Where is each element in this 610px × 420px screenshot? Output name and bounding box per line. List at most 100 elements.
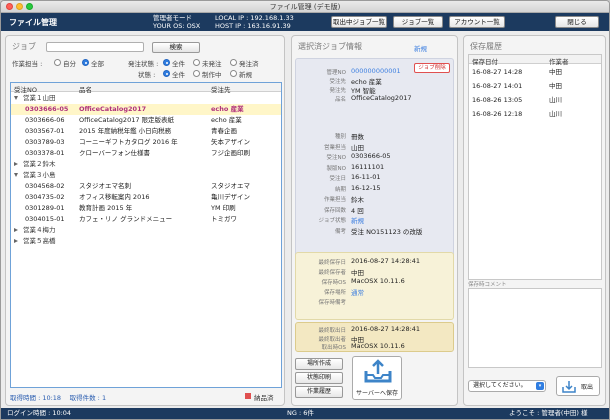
table-row[interactable]: 0303567-01 2015 年度納税年鑑 小日向税務 青春企画: [11, 126, 281, 137]
save-to-server-button[interactable]: サーバーへ保存: [352, 356, 402, 400]
collapsed-triangle-icon[interactable]: [14, 228, 18, 232]
status-new-label: 新規: [239, 71, 252, 79]
table-row[interactable]: 0304015-01 カフェ・リノ グランドメニュー トミガワ: [11, 214, 281, 225]
cell-name: OfficeCatalog2017 限定版表紙: [79, 116, 175, 124]
field-key: ジョブ状態: [318, 218, 346, 224]
history-table[interactable]: 保存日付 作業者 16-08-27 14:28 中田 16-08-27 14:01 中…: [468, 54, 602, 280]
accounts-list-button[interactable]: アカウント一覧: [449, 16, 505, 28]
expanded-triangle-icon[interactable]: [14, 96, 18, 100]
field-value: 000000000001: [351, 67, 401, 75]
col-header-user[interactable]: 作業者: [549, 56, 569, 66]
group-row[interactable]: 営業２鈴木: [11, 159, 281, 170]
table-row[interactable]: 0304735-02 オフィス移転案内 2016 亀川デザイン: [11, 192, 281, 203]
title-bar[interactable]: ファイル管理 (デモ版): [1, 1, 609, 13]
save-info-card: 最終保存日 2016-08-27 14:28:41 最終保存者 中田 保存時OS MacO…: [295, 252, 454, 320]
field-value: 鈴木: [351, 196, 364, 204]
cell-name: クローバーフォン仕様書: [79, 149, 151, 157]
save-to-server-label: サーバーへ保存: [356, 390, 398, 397]
work-all-radio[interactable]: [82, 59, 89, 66]
table-row[interactable]: 0303378-01 クローバーフォン仕様書 フジ企画印刷: [11, 148, 281, 159]
group-row[interactable]: 営業４梅力: [11, 225, 281, 236]
cell-no: 0303567-01: [25, 127, 65, 135]
cell-no: 0304735-02: [25, 193, 65, 201]
table-row[interactable]: 0303789-03 コーニーギフトカタログ 2016 年 矢本アザイン: [11, 137, 281, 148]
new-job-link[interactable]: 新規: [414, 43, 427, 53]
order-done-radio[interactable]: [230, 59, 237, 66]
fetch-info: 取得時間 : 10:18 取得件数 : 1: [10, 394, 107, 402]
field-value: 受注 NO151123 の改版: [351, 227, 423, 236]
group-row[interactable]: 営業３小島: [11, 170, 281, 181]
work-history-button[interactable]: 作業履歴: [295, 386, 343, 398]
field-key: 最終保存日: [318, 260, 346, 266]
cell-client: スタジオエマ: [211, 182, 250, 190]
job-info-panel: 選択済ジョブ情報 新規 ジョブ削除 管理NO 000000000001 受注先 ech…: [291, 35, 458, 406]
history-row[interactable]: 16-08-26 12:18 山川: [469, 108, 601, 120]
order-all-label: 全件: [172, 60, 185, 68]
collapsed-triangle-icon[interactable]: [14, 239, 18, 243]
welcome-text: ようこそ : 管理者(中田) 様: [509, 409, 588, 417]
field-key: 製版NO: [326, 165, 346, 172]
history-user: 中田: [549, 82, 562, 90]
status-all-radio[interactable]: [163, 70, 170, 77]
cell-client: 亀川デザイン: [211, 193, 250, 201]
app-title: ファイル管理: [9, 18, 57, 27]
jobs-list-button[interactable]: ジョブ一覧: [393, 16, 443, 28]
history-user: 山川: [549, 110, 562, 118]
jobs-table[interactable]: 受注NO 品名 受注先 営業１山田 0303666-05 OfficeCatalog…: [10, 82, 282, 388]
cell-name: 教育計画 2015 年: [79, 204, 133, 212]
history-row[interactable]: 16-08-27 14:28 中田: [469, 66, 601, 78]
order-pending-radio[interactable]: [193, 59, 200, 66]
table-row[interactable]: 0303666-05 OfficeCatalog2017 echo 産業: [11, 104, 281, 115]
field-key: 受注NO: [326, 155, 346, 161]
local-ip: LOCAL IP : 192.168.1.33: [215, 14, 294, 22]
table-row[interactable]: 0304568-02 スタジオエマ名刺 スタジオエマ: [11, 181, 281, 192]
job-search-input[interactable]: [46, 42, 144, 52]
takeout-label: 取出: [581, 384, 594, 391]
field-key: 品名: [334, 97, 346, 103]
order-all-radio[interactable]: [163, 59, 170, 66]
field-key: 納期: [334, 186, 346, 193]
history-table-header: 保存日付 作業者: [469, 55, 601, 66]
comment-label: 保存時コメント: [468, 282, 507, 288]
history-row[interactable]: 16-08-26 13:05 山川: [469, 94, 601, 106]
delete-job-button[interactable]: ジョブ削除: [414, 63, 450, 73]
group-label: 営業４梅力: [23, 226, 56, 234]
version-select-value: 選択してください。: [473, 382, 527, 389]
status-new-radio[interactable]: [230, 70, 237, 77]
search-button[interactable]: 検索: [152, 42, 200, 53]
cell-client: 青春企画: [211, 127, 237, 135]
table-row[interactable]: 0303666-06 OfficeCatalog2017 限定版表紙 echo 産業: [11, 115, 281, 126]
history-row[interactable]: 16-08-27 14:01 中田: [469, 80, 601, 92]
status-bar: ログイン時間 : 10:04 NG : 6件 ようこそ : 管理者(中田) 様: [1, 408, 609, 419]
download-tray-icon: [562, 381, 576, 393]
field-value: 山田: [351, 143, 364, 152]
taking-jobs-button[interactable]: 取出中ジョブ一覧: [331, 16, 387, 28]
status-active-radio[interactable]: [193, 70, 200, 77]
field-key: 発注先: [329, 88, 346, 94]
close-app-button[interactable]: 閉じる: [555, 16, 599, 28]
field-key: 保存時備考: [318, 300, 346, 306]
create-folder-button[interactable]: 場所作成: [295, 358, 343, 370]
host-ip: HOST IP : 163.16.91.39: [215, 22, 291, 30]
group-row[interactable]: 営業１山田: [11, 93, 281, 104]
expanded-triangle-icon[interactable]: [14, 173, 18, 177]
jobs-section-title: ジョブ: [12, 42, 36, 51]
collapsed-triangle-icon[interactable]: [14, 162, 18, 166]
window-title: ファイル管理 (デモ版): [269, 3, 341, 11]
table-row[interactable]: 0301289-01 教育計画 2015 年 YM 印刷: [11, 203, 281, 214]
version-select[interactable]: 選択してください。 ▾: [468, 380, 546, 392]
takeout-button[interactable]: 取出: [556, 376, 600, 396]
col-header-date[interactable]: 保存日付: [472, 56, 498, 66]
comment-textarea[interactable]: [468, 288, 602, 368]
cell-client: echo 産業: [211, 116, 242, 124]
field-key: 最終取出日: [318, 328, 346, 334]
job-info-card: ジョブ削除 管理NO 000000000001 受注先 echo 産業 発注先 YM 智能…: [295, 58, 454, 270]
work-self-radio[interactable]: [54, 59, 61, 66]
take-info-card: 最終取出日 2016-08-27 14:28:41 最終取出者 中田 取出時OS MacO…: [295, 322, 454, 352]
cell-no: 0303789-03: [25, 138, 65, 146]
field-key: 取出時OS: [321, 345, 346, 351]
print-status-button[interactable]: 状態印刷: [295, 372, 343, 384]
history-date: 16-08-26 13:05: [472, 96, 523, 104]
cell-no: 0304015-01: [25, 215, 65, 223]
group-row[interactable]: 営業５高橋: [11, 236, 281, 247]
